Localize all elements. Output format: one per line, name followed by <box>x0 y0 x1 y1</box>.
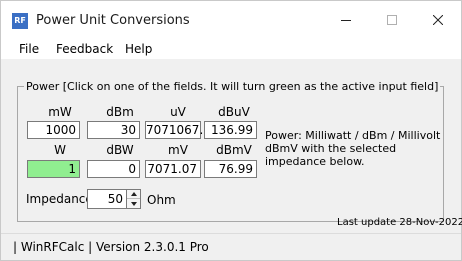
impedance-label: Impedance <box>26 192 93 206</box>
label-w: W <box>54 143 66 157</box>
dbuv-field[interactable]: 136.99 <box>204 121 257 139</box>
dbm-field[interactable]: 30 <box>87 121 140 139</box>
arrow-up-icon <box>130 192 137 196</box>
label-mw: mW <box>48 105 72 119</box>
label-dbuv: dBuV <box>218 105 250 119</box>
menu-file[interactable]: File <box>19 42 39 56</box>
window-title: Power Unit Conversions <box>36 13 190 28</box>
dbw-field[interactable]: 0 <box>87 160 140 178</box>
menu-help[interactable]: Help <box>125 42 152 56</box>
label-dbmv: dBmV <box>216 143 252 157</box>
label-dbm: dBm <box>106 105 134 119</box>
minimize-icon <box>341 19 351 21</box>
title-bar: RF Power Unit Conversions <box>1 1 461 39</box>
spin-down-button[interactable] <box>127 199 140 208</box>
ohm-unit-label: Ohm <box>147 193 176 207</box>
menu-bar: File Feedback Help <box>1 39 461 59</box>
label-dbw: dBW <box>106 143 134 157</box>
app-icon: RF <box>12 13 28 29</box>
menu-feedback[interactable]: Feedback <box>56 42 113 56</box>
app-window: RF Power Unit Conversions File Feedback … <box>0 0 462 261</box>
mw-field[interactable]: 1000 <box>27 121 80 139</box>
status-text: | WinRFCalc | Version 2.3.0.1 Pro <box>13 240 209 254</box>
status-bar: | WinRFCalc | Version 2.3.0.1 Pro <box>1 233 461 260</box>
minimize-button[interactable] <box>323 1 369 39</box>
arrow-down-icon <box>130 201 137 206</box>
impedance-input[interactable]: 50 <box>87 189 127 209</box>
power-group-title: Power [Click on one of the fields. It wi… <box>24 80 441 93</box>
mv-field[interactable]: 7071.07 <box>145 160 201 178</box>
impedance-spinner <box>127 189 141 209</box>
spin-up-button[interactable] <box>127 190 140 199</box>
last-update-text: Last update 28-Nov-2022 <box>337 217 462 228</box>
uv-field[interactable]: 7071067.8 <box>145 121 211 139</box>
maximize-button[interactable] <box>369 1 415 39</box>
maximize-icon <box>387 15 397 25</box>
close-icon <box>433 15 443 25</box>
close-button[interactable] <box>415 1 461 39</box>
dbmv-field[interactable]: 76.99 <box>204 160 257 178</box>
info-text: Power: Milliwatt / dBm / Millivolt dBmV … <box>265 129 441 168</box>
w-field-active[interactable]: 1 <box>27 160 80 178</box>
